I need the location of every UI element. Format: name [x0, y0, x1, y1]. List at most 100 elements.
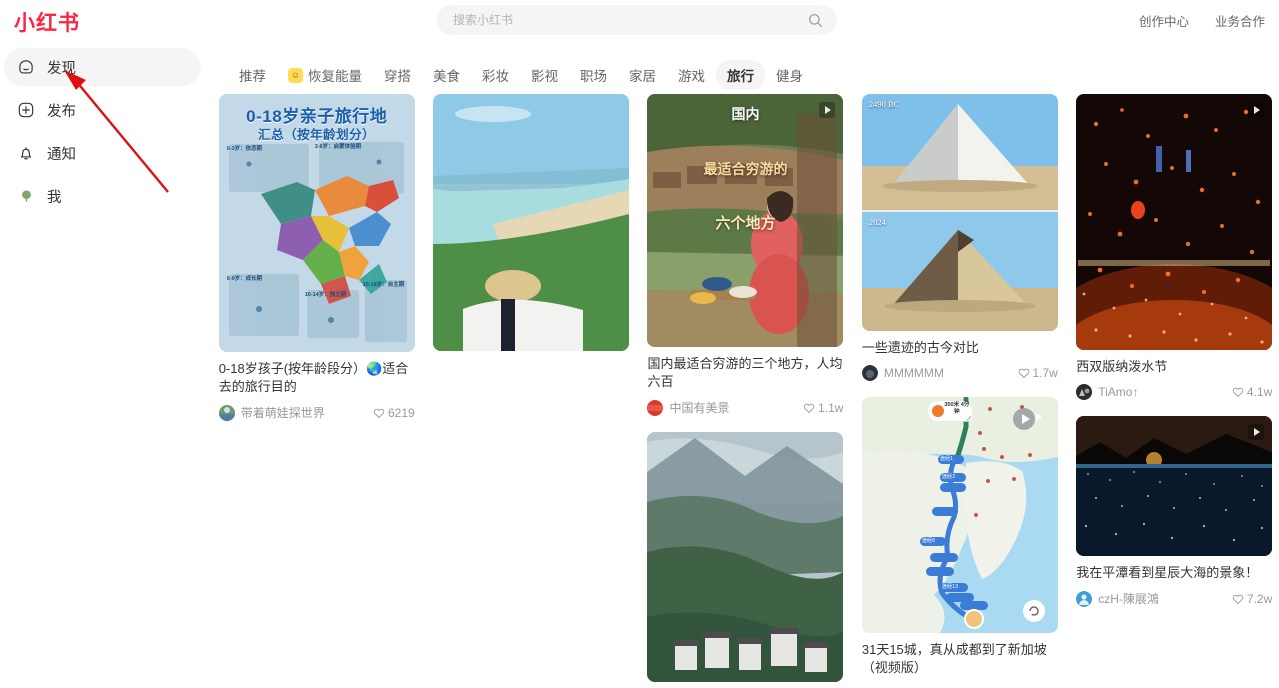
tab-label: 推荐: [239, 69, 266, 84]
thumb-legend-3: 10-14岁：独立期: [304, 292, 347, 298]
like-count[interactable]: 1.7w: [1018, 366, 1058, 380]
pyramid-year-after: 2024: [868, 217, 886, 227]
card-meta: czH-陳展鴻 7.2w: [1076, 590, 1272, 607]
card-author[interactable]: TiAmo↑: [1098, 385, 1232, 399]
category-tabs: 推荐 ☺ 恢复能量 穿搭 美食 彩妆 影视 职场 家居 游戏 旅行 健身: [228, 60, 814, 90]
avatar[interactable]: [218, 404, 235, 421]
sidebar: 发现 发布 通知 我: [0, 48, 205, 220]
sidebar-item-discover[interactable]: 发现: [4, 48, 201, 86]
mountain-village-photo: [647, 432, 844, 682]
card-title: 0-18岁孩子(按年龄段分）🌏适合去的旅行目的: [218, 361, 409, 394]
card-title: 一些遗迹的古今对比: [861, 340, 979, 355]
route-stop-6: 途经6: [921, 538, 936, 544]
play-icon[interactable]: [1248, 102, 1265, 118]
feed-card[interactable]: 西双版纳泼水节 TiAmo↑ 4.1w: [1076, 94, 1273, 400]
tab-workplace[interactable]: 职场: [569, 60, 618, 90]
feed-card[interactable]: 国内 最适合穷游的 六个地方 国内最适合穷游的三个地方，人均六百 中国有美景 1…: [647, 94, 844, 416]
avatar[interactable]: [861, 365, 878, 381]
route-stop-13: 途经13: [941, 584, 959, 590]
avatar[interactable]: [1076, 384, 1093, 400]
like-count[interactable]: 4.1w: [1232, 385, 1272, 399]
like-count[interactable]: 1.1w: [803, 401, 843, 415]
card-author[interactable]: czH-陳展鴻: [1098, 590, 1232, 607]
tab-games[interactable]: 游戏: [667, 60, 716, 90]
tab-makeup[interactable]: 彩妆: [471, 60, 520, 90]
tab-label: 旅行: [727, 69, 754, 84]
lantern-night-photo: [1076, 94, 1273, 350]
like-count-value: 1.1w: [818, 400, 844, 415]
heart-icon: [1232, 594, 1244, 604]
play-icon[interactable]: [1030, 409, 1046, 425]
feed-card[interactable]: 我在平潭看到星辰大海的景象！ czH-陳展鴻 7.2w: [1076, 416, 1273, 607]
feed-card[interactable]: 0-18岁亲子旅行地 汇总（按年龄划分） 0-3岁：依恋期 3-6岁：启蒙体验期…: [218, 94, 415, 421]
sidebar-item-notifications[interactable]: 通知: [4, 134, 201, 172]
like-count[interactable]: 6219: [373, 406, 415, 420]
feed-card[interactable]: [433, 94, 630, 351]
sidebar-item-me[interactable]: 我: [4, 177, 201, 215]
card-title: 我在平潭看到星辰大海的景象！: [1076, 565, 1259, 580]
card-meta: 中国有美景 1.1w: [647, 399, 843, 416]
card-thumbnail[interactable]: 2490 BC 2024: [861, 94, 1058, 331]
card-meta: MMMMMM 1.7w: [861, 365, 1058, 381]
card-meta: TiAmo↑ 4.1w: [1076, 384, 1272, 400]
header-link-creator-center[interactable]: 创作中心: [1139, 11, 1189, 30]
like-count[interactable]: 7.2w: [1232, 592, 1272, 606]
sidebar-item-publish[interactable]: 发布: [4, 91, 201, 129]
like-count-value: 4.1w: [1246, 385, 1273, 399]
app-header: 小红书 创作中心 业务合作: [0, 0, 1279, 40]
header-link-business[interactable]: 业务合作: [1215, 11, 1265, 30]
card-meta: 带着萌娃探世界 6219: [218, 404, 415, 421]
search-icon[interactable]: [808, 13, 823, 28]
tab-label: 健身: [776, 69, 803, 84]
pyramid-before-panel: 2490 BC: [861, 94, 1058, 210]
app-logo[interactable]: 小红书: [14, 7, 80, 37]
tab-label: 彩妆: [482, 69, 509, 84]
card-thumbnail[interactable]: 0-18岁亲子旅行地 汇总（按年龄划分） 0-3岁：依恋期 3-6岁：启蒙体验期…: [218, 94, 415, 352]
card-thumbnail[interactable]: 国内 最适合穷游的 六个地方: [647, 94, 844, 347]
tab-label: 游戏: [678, 69, 705, 84]
card-author[interactable]: MMMMMM: [884, 366, 1018, 380]
bell-icon: [16, 143, 36, 163]
card-author[interactable]: 中国有美景: [669, 399, 803, 416]
like-count-value: 1.7w: [1032, 366, 1058, 380]
beach-photo: [433, 94, 630, 351]
starry-sea-photo: [1076, 416, 1273, 556]
card-thumbnail[interactable]: 350米 4分钟 途经1 途经2 途经6 途经13: [861, 397, 1058, 633]
play-icon[interactable]: [1248, 424, 1265, 440]
tab-label: 恢复能量: [308, 69, 362, 84]
feed-card[interactable]: 2490 BC 2024 一些遗迹的古今对比 MMMMMM 1.7w: [861, 94, 1058, 381]
feed-card[interactable]: 350米 4分钟 途经1 途经2 途经6 途经13 31天15城，真从成都到了新…: [861, 397, 1058, 677]
sidebar-item-label: 发布: [47, 103, 76, 120]
card-thumbnail[interactable]: [1076, 416, 1273, 556]
tab-food[interactable]: 美食: [422, 60, 471, 90]
card-thumbnail[interactable]: [647, 432, 844, 682]
tab-recommend[interactable]: 推荐: [228, 60, 277, 90]
search-box[interactable]: [437, 5, 837, 35]
thumb-subtitle-text: 汇总（按年龄划分）: [258, 128, 376, 142]
feed-grid[interactable]: 0-18岁亲子旅行地 汇总（按年龄划分） 0-3岁：依恋期 3-6岁：启蒙体验期…: [212, 94, 1279, 688]
card-thumbnail[interactable]: [433, 94, 630, 351]
tab-home[interactable]: 家居: [618, 60, 667, 90]
tab-travel[interactable]: 旅行: [716, 60, 765, 90]
card-author[interactable]: 带着萌娃探世界: [241, 404, 373, 421]
card-title: 国内最适合穷游的三个地方，人均六百: [647, 356, 843, 389]
search-input[interactable]: [437, 13, 808, 27]
tab-restore-energy[interactable]: ☺ 恢复能量: [277, 60, 373, 90]
tab-outfit[interactable]: 穿搭: [373, 60, 422, 90]
tab-fitness[interactable]: 健身: [765, 60, 814, 90]
avatar[interactable]: [647, 399, 664, 416]
feed-card[interactable]: [647, 432, 844, 682]
sidebar-item-label: 我: [47, 189, 62, 206]
tab-label: 家居: [629, 69, 656, 84]
play-icon[interactable]: [819, 102, 836, 118]
thumb-legend-0: 0-3岁：依恋期: [226, 146, 263, 152]
tab-label: 影视: [531, 69, 558, 84]
heart-icon: [1232, 387, 1244, 398]
tab-movies[interactable]: 影视: [520, 60, 569, 90]
card-thumbnail[interactable]: [1076, 94, 1273, 350]
tab-label: 穿搭: [384, 69, 411, 84]
avatar[interactable]: [1076, 590, 1093, 607]
thumb-text-0: 国内: [731, 106, 760, 122]
pyramid-after-panel: 2024: [861, 212, 1058, 331]
pyramid-year-before: 2490 BC: [868, 99, 900, 109]
